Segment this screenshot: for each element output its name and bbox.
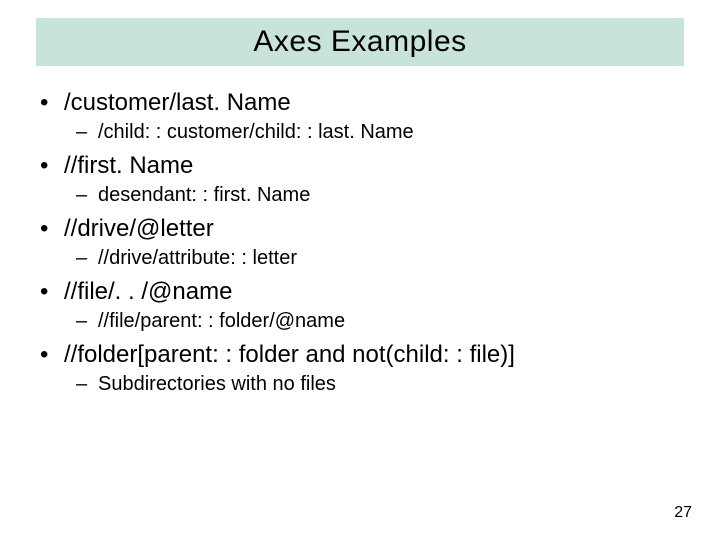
- slide: Axes Examples /customer/last. Name /chil…: [0, 0, 720, 540]
- slide-title: Axes Examples: [253, 25, 466, 59]
- bullet-item: //first. Name: [36, 151, 684, 181]
- page-number: 27: [674, 504, 692, 522]
- bullet-subitem: Subdirectories with no files: [36, 372, 684, 397]
- bullet-subitem: //file/parent: : folder/@name: [36, 309, 684, 334]
- slide-content: /customer/last. Name /child: : customer/…: [36, 82, 684, 403]
- bullet-item: //drive/@letter: [36, 214, 684, 244]
- bullet-item: //file/. . /@name: [36, 277, 684, 307]
- bullet-subitem: /child: : customer/child: : last. Name: [36, 120, 684, 145]
- bullet-item: //folder[parent: : folder and not(child:…: [36, 340, 684, 370]
- bullet-subitem: desendant: : first. Name: [36, 183, 684, 208]
- bullet-item: /customer/last. Name: [36, 88, 684, 118]
- bullet-subitem: //drive/attribute: : letter: [36, 246, 684, 271]
- title-bar: Axes Examples: [36, 18, 684, 66]
